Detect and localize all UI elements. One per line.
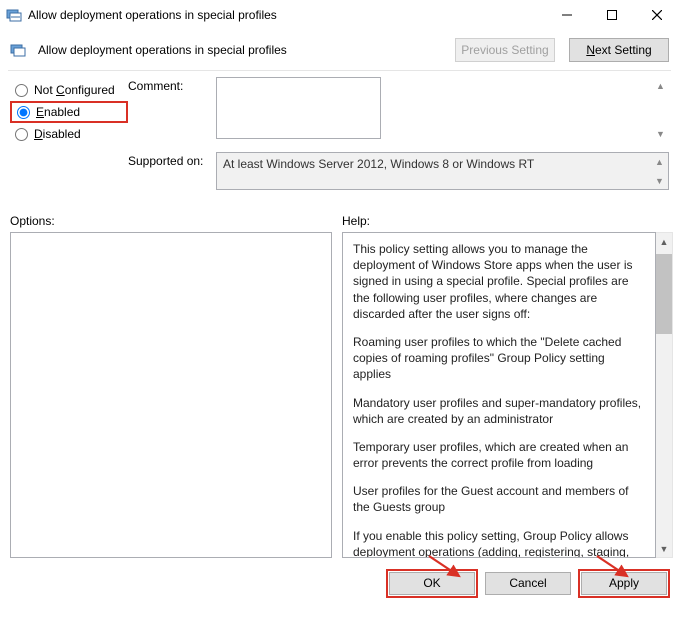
- scroll-down-icon[interactable]: ▼: [656, 540, 672, 557]
- scroll-up-icon: ▲: [651, 153, 668, 170]
- title-bar: Allow deployment operations in special p…: [0, 0, 679, 30]
- radio-not-configured-label: Not Configured: [34, 83, 115, 97]
- help-paragraph: If you enable this policy setting, Group…: [353, 528, 645, 558]
- options-header: Options:: [10, 214, 332, 228]
- comment-input[interactable]: [216, 77, 381, 139]
- next-setting-button[interactable]: Next Setting: [569, 38, 669, 62]
- scroll-up-icon[interactable]: ▲: [656, 233, 672, 250]
- radio-disabled-label: Disabled: [34, 127, 81, 141]
- minimize-button[interactable]: [544, 1, 589, 30]
- fields-column: Comment: ▲ ▼ Supported on: At least Wind…: [128, 77, 669, 200]
- previous-setting-button: Previous Setting: [455, 38, 555, 62]
- help-paragraph: This policy setting allows you to manage…: [353, 241, 645, 322]
- comment-label: Comment:: [128, 77, 216, 142]
- scroll-down-icon: ▼: [651, 172, 668, 189]
- help-wrap: This policy setting allows you to manage…: [342, 232, 673, 558]
- footer: OK Cancel Apply: [0, 558, 679, 608]
- supported-label: Supported on:: [128, 152, 216, 190]
- column-headers: Options: Help:: [0, 200, 679, 232]
- radio-disabled-input[interactable]: [15, 128, 28, 141]
- ok-button[interactable]: OK: [389, 572, 475, 595]
- help-paragraph: Mandatory user profiles and super-mandat…: [353, 395, 645, 427]
- help-paragraph: Temporary user profiles, which are creat…: [353, 439, 645, 471]
- help-paragraph: User profiles for the Guest account and …: [353, 483, 645, 515]
- config-area: Not Configured Enabled Disabled Comment:…: [0, 71, 679, 200]
- options-box: [10, 232, 332, 558]
- state-radio-group: Not Configured Enabled Disabled: [10, 77, 128, 200]
- policy-icon: [10, 42, 26, 58]
- close-button[interactable]: [634, 1, 679, 30]
- scroll-thumb[interactable]: [656, 254, 672, 334]
- cancel-button[interactable]: Cancel: [485, 572, 571, 595]
- help-paragraph: Roaming user profiles to which the "Dele…: [353, 334, 645, 383]
- scroll-down-icon[interactable]: ▼: [652, 125, 669, 142]
- radio-not-configured[interactable]: Not Configured: [10, 79, 128, 101]
- radio-not-configured-input[interactable]: [15, 84, 28, 97]
- window-title: Allow deployment operations in special p…: [28, 8, 544, 22]
- supported-on-box: At least Windows Server 2012, Windows 8 …: [216, 152, 669, 190]
- help-header: Help:: [332, 214, 370, 228]
- help-box: This policy setting allows you to manage…: [342, 232, 656, 558]
- policy-header: Allow deployment operations in special p…: [0, 30, 679, 68]
- help-scrollbar[interactable]: ▲ ▼: [656, 232, 673, 558]
- radio-enabled[interactable]: Enabled: [10, 101, 128, 123]
- maximize-button[interactable]: [589, 1, 634, 30]
- policy-name: Allow deployment operations in special p…: [38, 43, 441, 57]
- columns: This policy setting allows you to manage…: [0, 232, 679, 558]
- supported-on-text: At least Windows Server 2012, Windows 8 …: [223, 157, 534, 171]
- radio-enabled-label: Enabled: [36, 105, 80, 119]
- radio-disabled[interactable]: Disabled: [10, 123, 128, 145]
- radio-enabled-input[interactable]: [17, 106, 30, 119]
- scroll-up-icon[interactable]: ▲: [652, 77, 669, 94]
- apply-button[interactable]: Apply: [581, 572, 667, 595]
- app-icon: [6, 7, 22, 23]
